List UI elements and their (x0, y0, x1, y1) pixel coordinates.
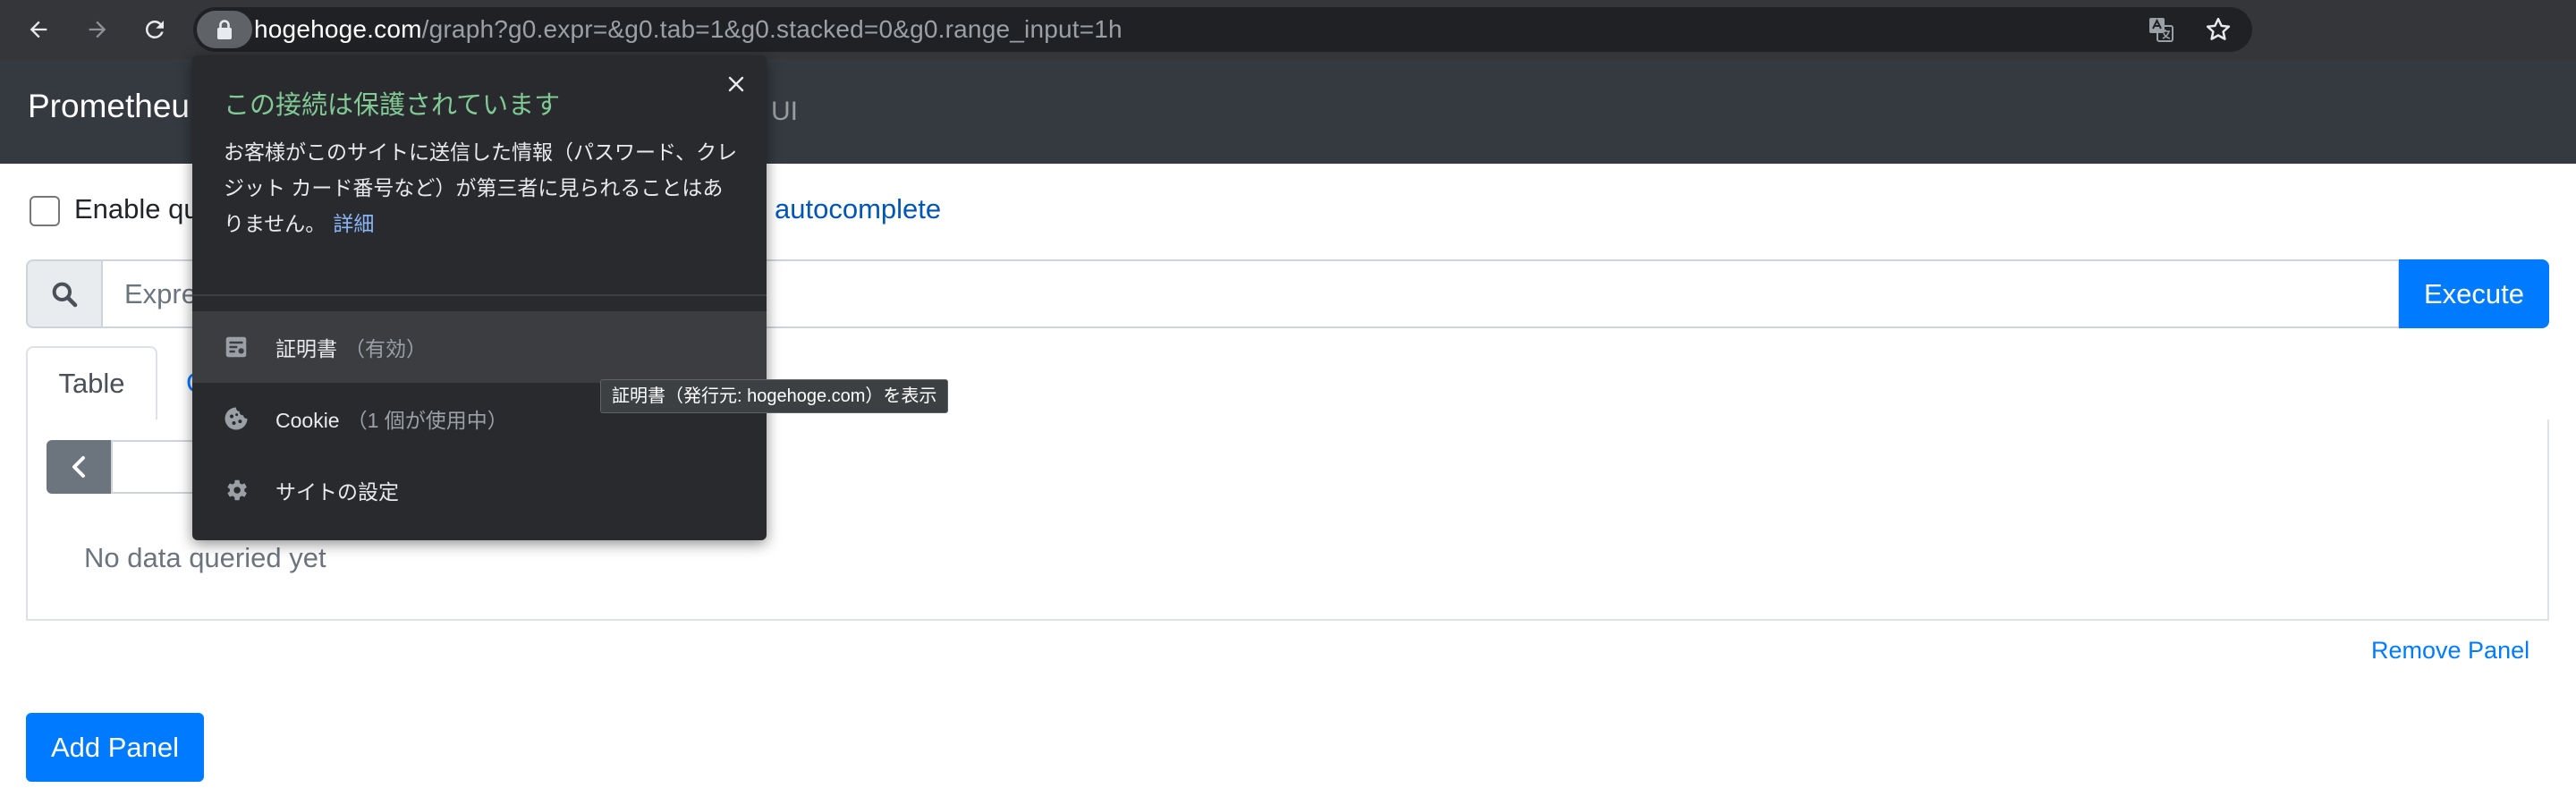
cookie-label: Cookie （1 個が使用中） (275, 403, 508, 434)
popup-close-button[interactable] (720, 68, 752, 100)
site-settings-row[interactable]: サイトの設定 (192, 454, 767, 526)
star-icon (2206, 17, 2231, 40)
search-icon (52, 282, 78, 307)
certificate-status: （有効） (344, 337, 427, 360)
connection-secure-title: この接続は保護されています (224, 91, 561, 120)
address-bar[interactable]: hogehoge.com/graph?g0.expr=&g0.tab=1&g0.… (193, 7, 2252, 52)
details-link[interactable]: 詳細 (333, 212, 374, 235)
chevron-left-icon (72, 456, 85, 478)
gear-icon (222, 476, 250, 504)
close-icon (728, 76, 744, 92)
tab-table[interactable]: Table (26, 346, 157, 421)
connection-description-text: お客様がこのサイトに送信した情報（パスワード、クレジット カード番号など）が第三… (224, 140, 738, 235)
add-panel-button[interactable]: Add Panel (26, 713, 204, 782)
enable-query-history-checkbox[interactable] (30, 196, 60, 226)
certificate-row[interactable]: 証明書 （有効） (192, 311, 767, 383)
lock-icon (217, 20, 232, 39)
certificate-icon (222, 333, 250, 361)
url-path: /graph?g0.expr=&g0.tab=1&g0.stacked=0&g0… (421, 15, 1123, 43)
arrow-left-icon (30, 21, 47, 38)
reload-button[interactable] (136, 11, 174, 48)
back-button[interactable] (20, 11, 57, 48)
connection-description: お客様がこのサイトに送信した情報（パスワード、クレジット カード番号など）が第三… (224, 134, 742, 242)
brand-title[interactable]: Prometheu (28, 88, 190, 125)
browser-toolbar: hogehoge.com/graph?g0.expr=&g0.tab=1&g0.… (0, 0, 2576, 59)
popup-divider (192, 294, 767, 296)
cookie-count: （1 個が使用中） (346, 409, 508, 432)
no-data-message: No data queried yet (84, 542, 326, 573)
enable-query-history-label[interactable]: Enable qu (74, 193, 199, 225)
execute-button[interactable]: Execute (2399, 259, 2549, 328)
bookmark-button[interactable] (2204, 15, 2233, 44)
cookie-icon (222, 404, 250, 433)
certificate-label: 証明書 （有効） (275, 332, 427, 362)
translate-button[interactable] (2147, 15, 2175, 44)
site-info-button[interactable] (197, 11, 252, 48)
cookie-label-text: Cookie (275, 409, 340, 432)
search-addon (26, 259, 101, 328)
remove-panel-button[interactable]: Remove Panel (2371, 637, 2529, 665)
url-text[interactable]: hogehoge.com/graph?g0.expr=&g0.tab=1&g0.… (254, 7, 1123, 52)
translate-icon (2149, 18, 2174, 42)
arrow-right-icon (89, 21, 106, 38)
reload-icon (145, 20, 164, 38)
previous-time-button[interactable] (47, 440, 111, 494)
certificate-tooltip: 証明書（発行元: hogehoge.com）を表示 (600, 379, 949, 413)
url-host: hogehoge.com (254, 15, 422, 43)
autocomplete-label[interactable]: autocomplete (775, 193, 941, 225)
site-settings-label: サイトの設定 (275, 480, 399, 504)
forward-button[interactable] (79, 11, 116, 48)
site-info-popup: この接続は保護されています お客様がこのサイトに送信した情報（パスワード、クレジ… (192, 55, 767, 540)
certificate-label-text: 証明書 (275, 337, 337, 360)
